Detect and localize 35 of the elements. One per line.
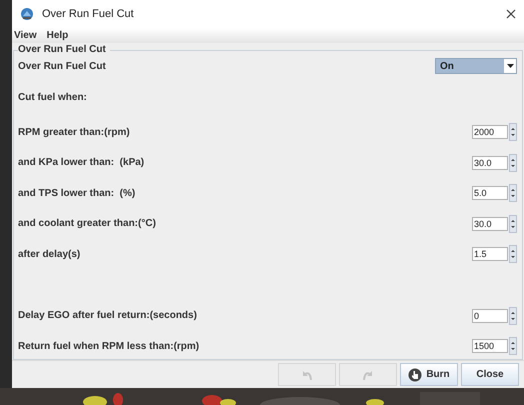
hand-icon <box>408 368 422 382</box>
caret-icon <box>504 59 516 73</box>
number-field[interactable]: 2000 <box>472 125 508 140</box>
app-icon <box>20 7 34 21</box>
close-button[interactable]: Close <box>461 363 519 386</box>
number-field[interactable]: 0 <box>472 308 508 323</box>
spinner-arrows[interactable] <box>509 123 517 142</box>
number-field[interactable]: 1.5 <box>472 247 508 262</box>
close-icon[interactable] <box>506 9 516 19</box>
spinner-arrows[interactable] <box>509 306 517 325</box>
field-label: Return fuel when RPM less than:(rpm) <box>18 340 200 354</box>
spinner-arrows[interactable] <box>509 154 517 172</box>
number-field[interactable]: 5.0 <box>472 186 508 200</box>
menu-item[interactable]: View <box>13 30 38 42</box>
burn-button[interactable]: Burn <box>400 363 458 386</box>
field-label: after delay(s) <box>18 248 80 262</box>
section-heading: Cut fuel when: <box>18 90 87 104</box>
number-field[interactable]: 1500 <box>472 339 508 354</box>
spinner-arrows[interactable] <box>509 245 517 264</box>
undo-icon <box>301 368 313 380</box>
field-label: and KPa lower than: (kPa) <box>18 156 144 170</box>
dropdown[interactable]: On <box>435 58 517 74</box>
redo-icon <box>362 368 374 380</box>
number-field[interactable]: 30.0 <box>472 156 508 170</box>
number-field[interactable]: 30.0 <box>472 216 508 231</box>
spinner-arrows[interactable] <box>509 214 517 233</box>
field-label: and TPS lower than: (%) <box>18 186 136 201</box>
field-label: RPM greater than:(rpm) <box>18 126 130 140</box>
field-label: Over Run Fuel Cut <box>18 60 106 74</box>
field-label: and coolant greater than:(°C) <box>18 217 156 232</box>
menu-item[interactable]: Help <box>46 30 70 42</box>
field-label: Delay EGO after fuel return:(seconds) <box>18 309 197 324</box>
window-title: Over Run Fuel Cut <box>42 6 134 22</box>
spinner-arrows[interactable] <box>509 337 517 356</box>
spinner-arrows[interactable] <box>509 184 517 202</box>
